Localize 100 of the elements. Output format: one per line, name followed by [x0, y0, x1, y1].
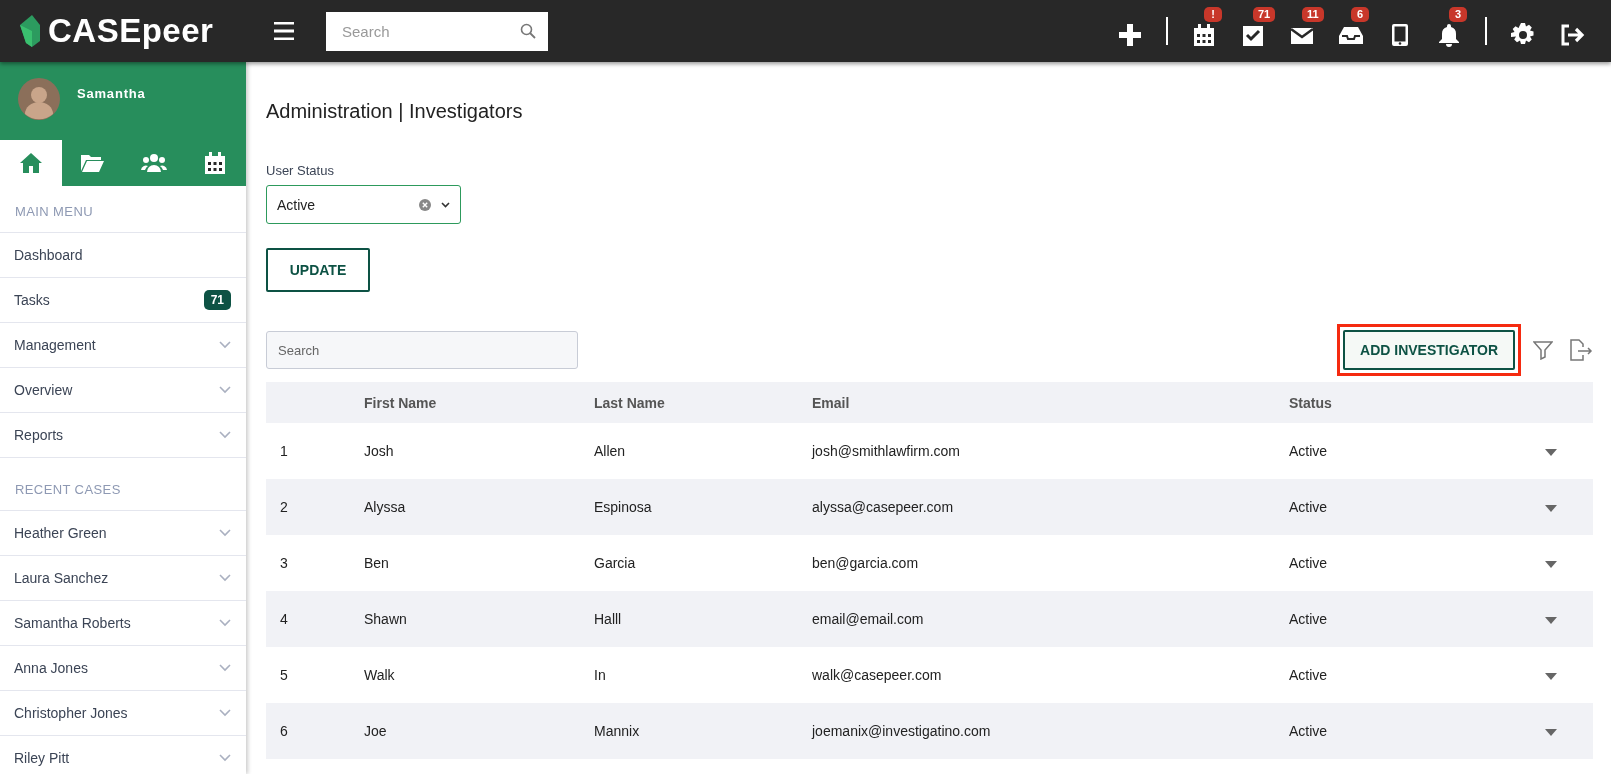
search-icon: [520, 23, 536, 39]
table-cell-text: Shawn: [363, 611, 408, 627]
table-cell-text: Active: [1288, 499, 1329, 515]
menu-label: Management: [14, 337, 96, 353]
table-cell-text: Garcia: [593, 555, 637, 571]
table-cell-text: Active: [1288, 555, 1329, 571]
menu-item[interactable]: Anna Jones: [0, 646, 246, 691]
table-cell-text: Ben: [363, 555, 390, 571]
menu-item[interactable]: Christopher Jones: [0, 691, 246, 736]
chevron-icon: [219, 574, 231, 582]
menu-item[interactable]: Dashboard: [0, 233, 246, 278]
menu-label: Dashboard: [14, 247, 83, 263]
export-icon[interactable]: [1569, 339, 1593, 361]
column-header: Email: [811, 394, 851, 411]
menu-label: Anna Jones: [14, 660, 88, 676]
chevron-icon: [219, 664, 231, 672]
count-badge: 71: [1253, 7, 1276, 22]
table-cell-text: ben@garcia.com: [811, 555, 920, 571]
logo-icon: [18, 13, 42, 49]
plus-icon[interactable]: [1117, 22, 1143, 48]
logo-text: CASEpeer: [48, 12, 214, 50]
count-badge: 11: [1302, 7, 1324, 22]
menu-item[interactable]: Heather Green: [0, 511, 246, 556]
status-select[interactable]: Active: [266, 185, 461, 224]
user-name: Samantha: [77, 86, 146, 101]
chevron-icon: [219, 386, 231, 394]
sidebar-tab[interactable]: [0, 140, 62, 186]
caret-icon[interactable]: [1545, 673, 1557, 680]
calendar-icon[interactable]: [1191, 22, 1217, 48]
clear-icon[interactable]: [419, 198, 431, 211]
table-cell-text: Active: [1288, 443, 1329, 459]
avatar: [18, 78, 60, 120]
table-cell-text: 1: [279, 443, 289, 459]
chevron-icon: [219, 431, 231, 439]
search-field[interactable]: Search: [340, 21, 520, 41]
table-cell-text: joemanix@investigatino.com: [810, 723, 992, 739]
chevron-icon: [441, 201, 450, 208]
search-field[interactable]: Search: [266, 331, 578, 369]
table-cell-text: Halll: [593, 611, 623, 627]
column-header: Last Name: [593, 394, 666, 411]
page-title: Administration | Investigators: [266, 100, 524, 123]
menu-item[interactable]: Samantha Roberts: [0, 601, 246, 646]
chevron-icon: [219, 529, 231, 537]
table-cell-text: alyssa@casepeer.com: [811, 499, 955, 515]
menu-item[interactable]: Management: [0, 323, 246, 368]
chevron-icon: [219, 619, 231, 627]
column-header: Status: [1288, 394, 1333, 411]
table-cell-text: josh@smithlawfirm.com: [810, 443, 961, 459]
table-cell-text: In: [593, 667, 607, 683]
count-badge: 3: [1449, 7, 1467, 22]
table-cell-text: 2: [279, 499, 289, 515]
column-header: First Name: [363, 394, 438, 411]
table-cell-text: Active: [1288, 723, 1329, 739]
table-cell-text: Joe: [363, 723, 388, 739]
count-badge: 6: [1351, 7, 1369, 22]
menu-label: Overview: [14, 382, 73, 398]
menu-label: Heather Green: [14, 525, 107, 541]
menu-item[interactable]: Riley Pitt: [0, 736, 246, 774]
table-cell-text: 3: [279, 555, 289, 571]
section-heading: RECENT CASES: [0, 464, 246, 511]
table-cell-text: Espinosa: [593, 499, 653, 515]
caret-icon[interactable]: [1545, 561, 1557, 568]
caret-icon[interactable]: [1545, 505, 1557, 512]
table-cell-text: Josh: [363, 443, 395, 459]
chevron-icon: [219, 709, 231, 717]
table-cell-text: Mannix: [593, 723, 641, 739]
chevron-icon: [219, 754, 231, 762]
search-bar[interactable]: Search: [326, 11, 548, 51]
count-badge: 71: [203, 290, 231, 310]
menu-label: Riley Pitt: [14, 750, 70, 766]
table-cell-text: walk@casepeer.com: [811, 667, 943, 683]
table-cell-text: Walk: [363, 667, 396, 683]
menu-item[interactable]: Laura Sanchez: [0, 556, 246, 601]
bell-icon[interactable]: [1436, 22, 1462, 48]
caret-icon[interactable]: [1545, 617, 1557, 624]
menu-label: Reports: [14, 427, 64, 443]
caret-icon[interactable]: [1545, 449, 1557, 456]
filter-icon[interactable]: [1533, 340, 1553, 360]
chevron-icon: [219, 341, 231, 349]
table-cell-text: Alyssa: [363, 499, 407, 515]
menu-item[interactable]: Overview: [0, 368, 246, 413]
update-button[interactable]: UPDATE: [266, 248, 370, 292]
add-investigator-button[interactable]: ADD INVESTIGATOR: [1343, 330, 1515, 370]
table-cell-text: 6: [279, 723, 289, 739]
section-heading: MAIN MENU: [0, 186, 246, 233]
table-cell-text: Active: [1288, 611, 1329, 627]
menu-icon[interactable]: [274, 22, 294, 40]
exit-icon[interactable]: [1559, 22, 1585, 48]
menu-label: Samantha Roberts: [14, 615, 131, 631]
menu-item[interactable]: Tasks 71: [0, 278, 246, 323]
table-cell-text: Active: [1288, 667, 1329, 683]
menu-label: Tasks: [14, 292, 50, 308]
caret-icon[interactable]: [1545, 729, 1557, 736]
table-cell-text: Allen: [593, 443, 627, 459]
count-badge: !: [1204, 7, 1222, 22]
table-cell-text: 4: [279, 611, 289, 627]
menu-label: Christopher Jones: [14, 705, 128, 721]
menu-item[interactable]: Reports: [0, 413, 246, 458]
menu-label: Laura Sanchez: [14, 570, 109, 586]
field-label: User Status: [266, 163, 335, 178]
